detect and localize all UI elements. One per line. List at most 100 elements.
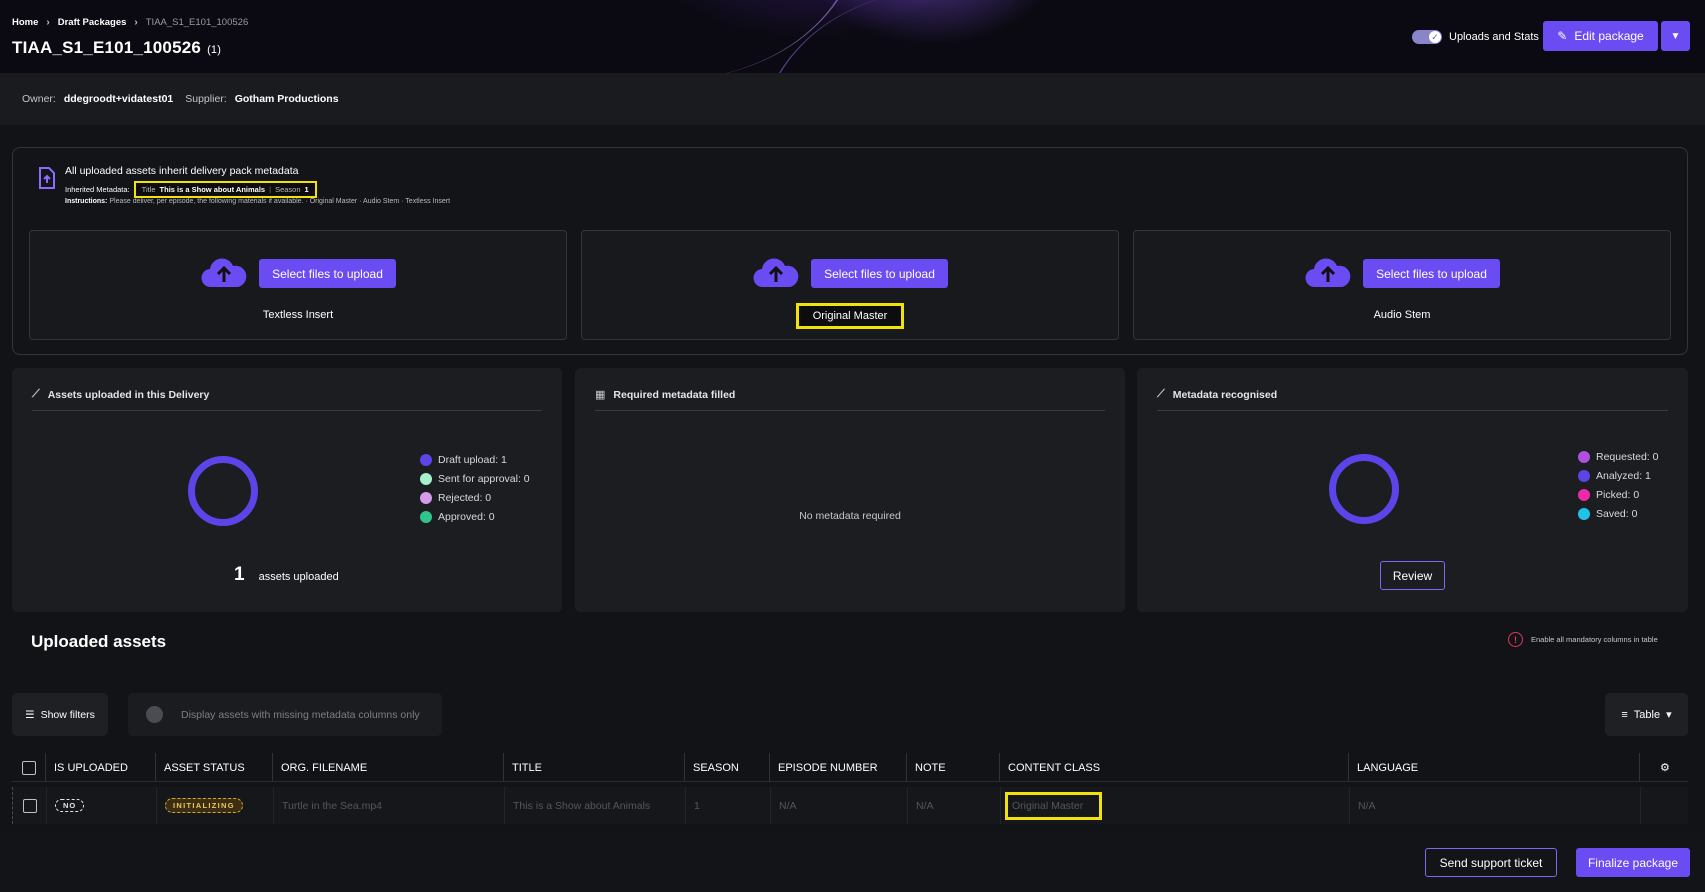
table-header: IS UPLOADED ASSET STATUS ORG. FILENAME T…: [12, 753, 1688, 782]
card-header: ⟋ Metadata recognised: [1157, 388, 1668, 411]
column-header[interactable]: ASSET STATUS: [156, 753, 273, 782]
upload-card-label: Audio Stem: [1373, 309, 1431, 321]
uploads-stats-toggle[interactable]: ✓ Uploads and Stats: [1412, 30, 1539, 44]
show-filters-label: Show filters: [40, 708, 95, 721]
cell-is-uploaded: NO: [47, 787, 157, 824]
column-header[interactable]: NOTE: [907, 753, 1000, 782]
legend-label: Picked: 0: [1596, 489, 1640, 501]
supplier-value: Gotham Productions: [234, 93, 339, 105]
column-header[interactable]: EPISODE NUMBER: [770, 753, 907, 782]
review-button[interactable]: Review: [1380, 561, 1445, 590]
column-header[interactable]: TITLE: [504, 753, 685, 782]
meta-season-value: 1: [304, 185, 309, 194]
select-files-button[interactable]: Select files to upload: [811, 259, 948, 288]
asset-status-badge: INITIALIZING: [165, 798, 243, 813]
upload-card-label-wrapper: Original Master: [582, 303, 1118, 329]
view-mode-dropdown[interactable]: ≡ Table ▾: [1605, 693, 1688, 736]
recognised-legend: Requested: 0 Analyzed: 1 Picked: 0 Saved…: [1578, 451, 1658, 520]
toggle-label: Uploads and Stats: [1449, 31, 1539, 43]
instructions-text: Please deliver, per episode, the followi…: [109, 198, 451, 205]
cell-title[interactable]: This is a Show about Animals: [505, 787, 686, 824]
cell-episode-number[interactable]: N/A: [771, 787, 908, 824]
legend-item: Rejected: 0: [420, 492, 530, 504]
select-files-button[interactable]: Select files to upload: [1363, 259, 1500, 288]
missing-metadata-toggle[interactable]: Display assets with missing metadata col…: [128, 693, 442, 736]
legend-label: Saved: 0: [1596, 508, 1638, 520]
divider: |: [269, 185, 272, 194]
chevron-down-icon: ▾: [1666, 709, 1672, 721]
toggle-switch[interactable]: [146, 706, 163, 723]
upload-card-original-master[interactable]: Select files to upload Original Master: [581, 230, 1119, 340]
mandatory-columns-note[interactable]: ! Enable all mandatory columns in table: [1508, 632, 1658, 647]
select-all-checkbox[interactable]: [22, 760, 36, 775]
breadcrumb-current: TIAA_S1_E101_100526: [145, 17, 249, 28]
legend-dot-draft: [420, 454, 432, 466]
supplier-label: Supplier:: [185, 93, 227, 105]
sliders-icon: ☰: [25, 708, 35, 721]
cell-note[interactable]: N/A: [908, 787, 1001, 824]
card-title: Metadata recognised: [1172, 388, 1278, 401]
cloud-upload-icon: [753, 258, 799, 288]
send-support-ticket-button[interactable]: Send support ticket: [1425, 848, 1557, 877]
assets-uploaded-card: ⟋ Assets uploaded in this Delivery Draft…: [12, 368, 562, 612]
row-select-cell: [13, 787, 47, 824]
assets-count-number: 1: [234, 564, 245, 585]
table-settings-button[interactable]: ⚙: [1652, 753, 1688, 782]
meta-title-label: Title: [141, 185, 156, 194]
finalize-package-button[interactable]: Finalize package: [1576, 848, 1690, 877]
legend-label: Rejected: 0: [438, 492, 492, 504]
select-files-button[interactable]: Select files to upload: [259, 259, 396, 288]
upload-card-textless-insert[interactable]: Select files to upload Textless Insert: [29, 230, 567, 340]
column-header[interactable]: LANGUAGE: [1349, 753, 1640, 782]
legend-label: Approved: 0: [438, 511, 495, 523]
legend-label: Draft upload: 1: [438, 454, 507, 466]
edit-package-button[interactable]: ✎ Edit package: [1543, 21, 1658, 51]
legend-item: Requested: 0: [1578, 451, 1658, 463]
inherited-metadata: Inherited Metadata: Title This is a Show…: [65, 181, 317, 198]
column-header[interactable]: IS UPLOADED: [46, 753, 156, 782]
cell-filename[interactable]: Turtle in the Sea.mp4: [274, 787, 505, 824]
owner-bar: Owner: ddegroodt+vidatest01 Supplier: Go…: [0, 73, 1705, 125]
legend-label: Sent for approval: 0: [438, 473, 530, 485]
page-title-text: TIAA_S1_E101_100526: [12, 38, 202, 57]
column-header[interactable]: CONTENT CLASS: [1000, 753, 1349, 782]
breadcrumb: Home › Draft Packages › TIAA_S1_E101_100…: [12, 17, 248, 28]
legend-item: Draft upload: 1: [420, 454, 530, 466]
assets-count: 1 assets uploaded: [234, 564, 339, 586]
inherit-notice: All uploaded assets inherit delivery pac…: [65, 165, 299, 177]
page-title: TIAA_S1_E101_100526 (1): [12, 38, 221, 58]
view-mode-label: Table: [1633, 708, 1661, 721]
cell-content-class[interactable]: Original Master: [1001, 787, 1350, 824]
toggle-switch[interactable]: ✓: [1412, 30, 1442, 44]
select-all-cell: [12, 753, 46, 782]
card-title: Required metadata filled: [613, 388, 736, 401]
owner-value: ddegroodt+vidatest01: [63, 93, 174, 105]
edit-package-label: Edit package: [1574, 29, 1644, 43]
legend-item: Saved: 0: [1578, 508, 1658, 520]
chevron-down-icon: ▼: [1670, 30, 1681, 42]
cell-season[interactable]: 1: [686, 787, 771, 824]
instructions: Instructions: Please deliver, per episod…: [65, 198, 450, 205]
cloud-upload-icon: [1305, 258, 1351, 288]
recognised-donut-chart: [1329, 454, 1399, 524]
pencil-icon: ✎: [1557, 29, 1568, 43]
legend-item: Sent for approval: 0: [420, 473, 530, 485]
column-header[interactable]: SEASON: [685, 753, 770, 782]
table-row[interactable]: NO INITIALIZING Turtle in the Sea.mp4 Th…: [12, 787, 1688, 824]
edit-package-dropdown-button[interactable]: ▼: [1661, 21, 1690, 51]
upload-card-audio-stem[interactable]: Select files to upload Audio Stem: [1133, 230, 1671, 340]
card-title: Assets uploaded in this Delivery: [47, 388, 210, 401]
cell-language[interactable]: N/A: [1350, 787, 1641, 824]
empty-state: No metadata required: [799, 510, 901, 522]
is-uploaded-badge: NO: [55, 799, 85, 812]
legend-item: Analyzed: 1: [1578, 470, 1658, 482]
legend-label: Analyzed: 1: [1596, 470, 1651, 482]
breadcrumb-draft-packages[interactable]: Draft Packages: [58, 17, 127, 28]
row-checkbox[interactable]: [23, 798, 37, 813]
legend-dot-requested: [1578, 451, 1590, 463]
breadcrumb-home[interactable]: Home: [12, 17, 38, 28]
meta-title-value: This is a Show about Animals: [159, 185, 266, 194]
show-filters-button[interactable]: ☰ Show filters: [12, 693, 108, 736]
card-header: ⟋ Assets uploaded in this Delivery: [32, 388, 542, 411]
column-header[interactable]: ORG. FILENAME: [273, 753, 504, 782]
